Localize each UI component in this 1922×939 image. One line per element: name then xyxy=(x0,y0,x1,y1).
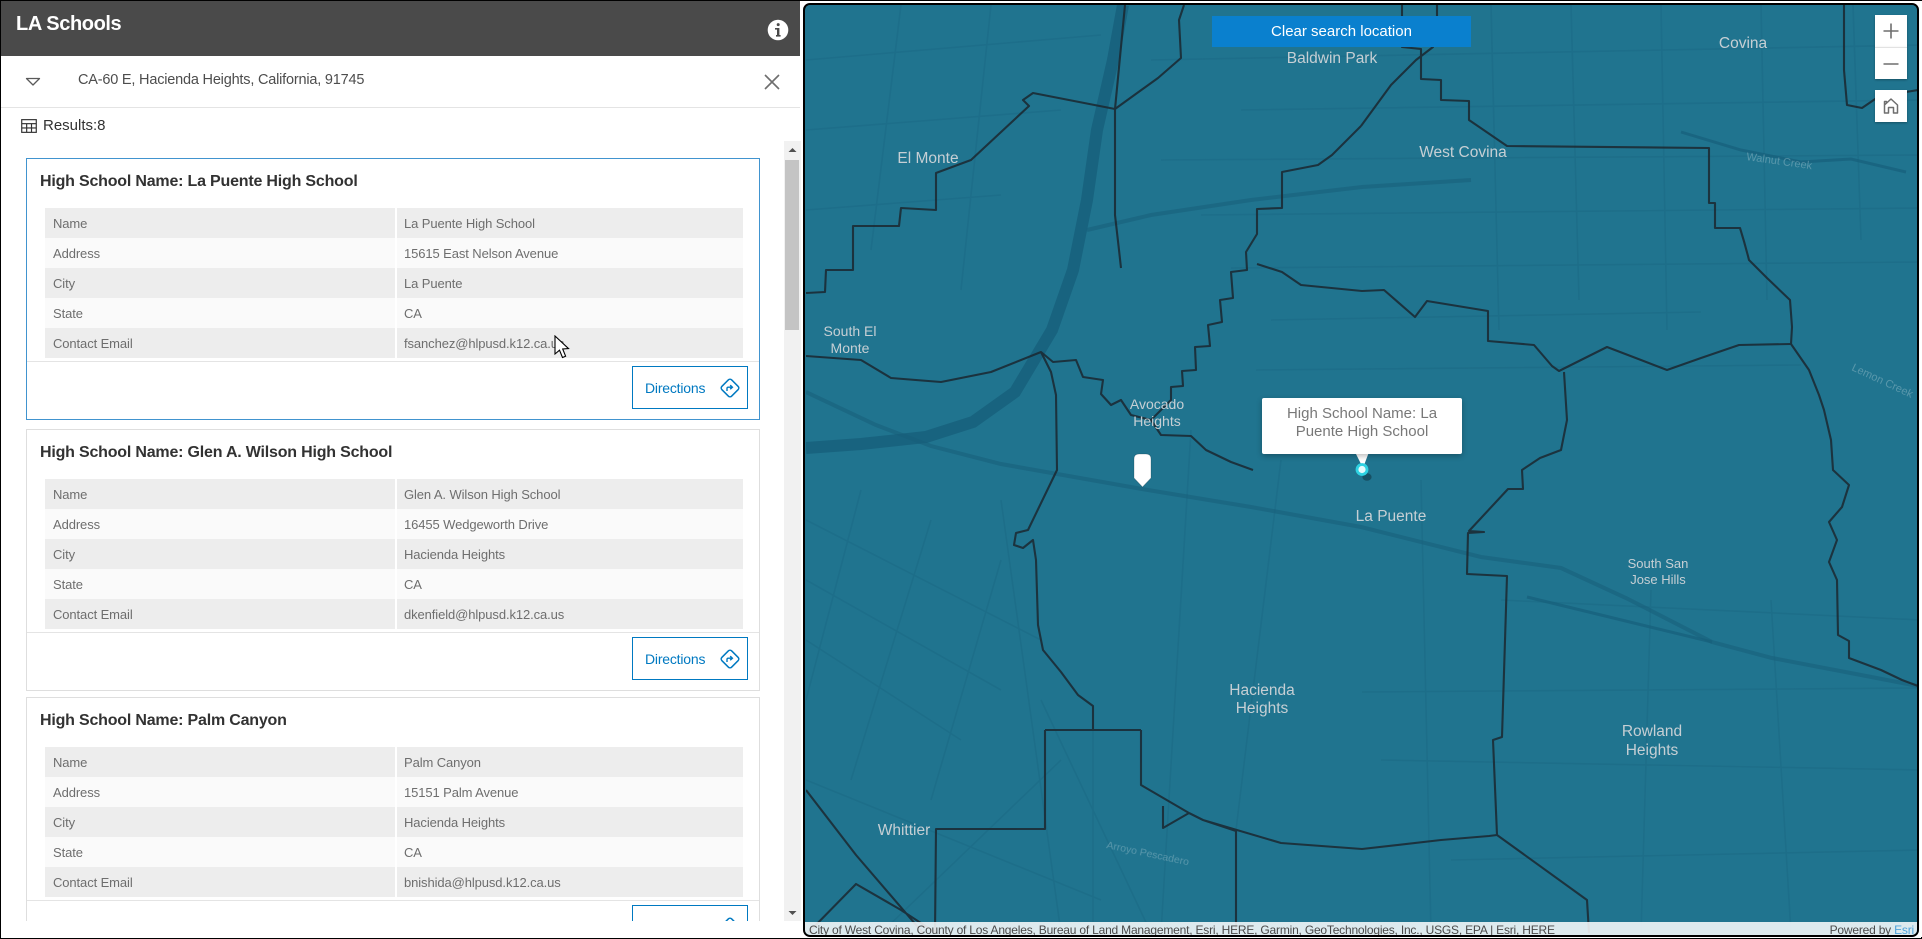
svg-text:Monte: Monte xyxy=(831,340,870,356)
svg-text:Baldwin Park: Baldwin Park xyxy=(1287,50,1378,67)
svg-text:Whittier: Whittier xyxy=(878,822,931,839)
svg-text:Heights: Heights xyxy=(1133,413,1180,429)
svg-text:Hacienda: Hacienda xyxy=(1229,682,1295,699)
svg-text:Heights: Heights xyxy=(1236,700,1289,717)
svg-text:South El: South El xyxy=(824,323,877,339)
svg-text:Avocado: Avocado xyxy=(1130,396,1184,412)
svg-text:West Covina: West Covina xyxy=(1419,144,1507,161)
svg-text:El Monte: El Monte xyxy=(897,150,958,167)
svg-text:Covina: Covina xyxy=(1719,35,1768,52)
svg-text:Heights: Heights xyxy=(1626,742,1679,759)
svg-text:South San: South San xyxy=(1628,556,1689,571)
svg-text:Jose Hills: Jose Hills xyxy=(1630,572,1686,587)
svg-text:Rowland: Rowland xyxy=(1622,723,1682,740)
svg-text:La Puente: La Puente xyxy=(1356,508,1427,525)
